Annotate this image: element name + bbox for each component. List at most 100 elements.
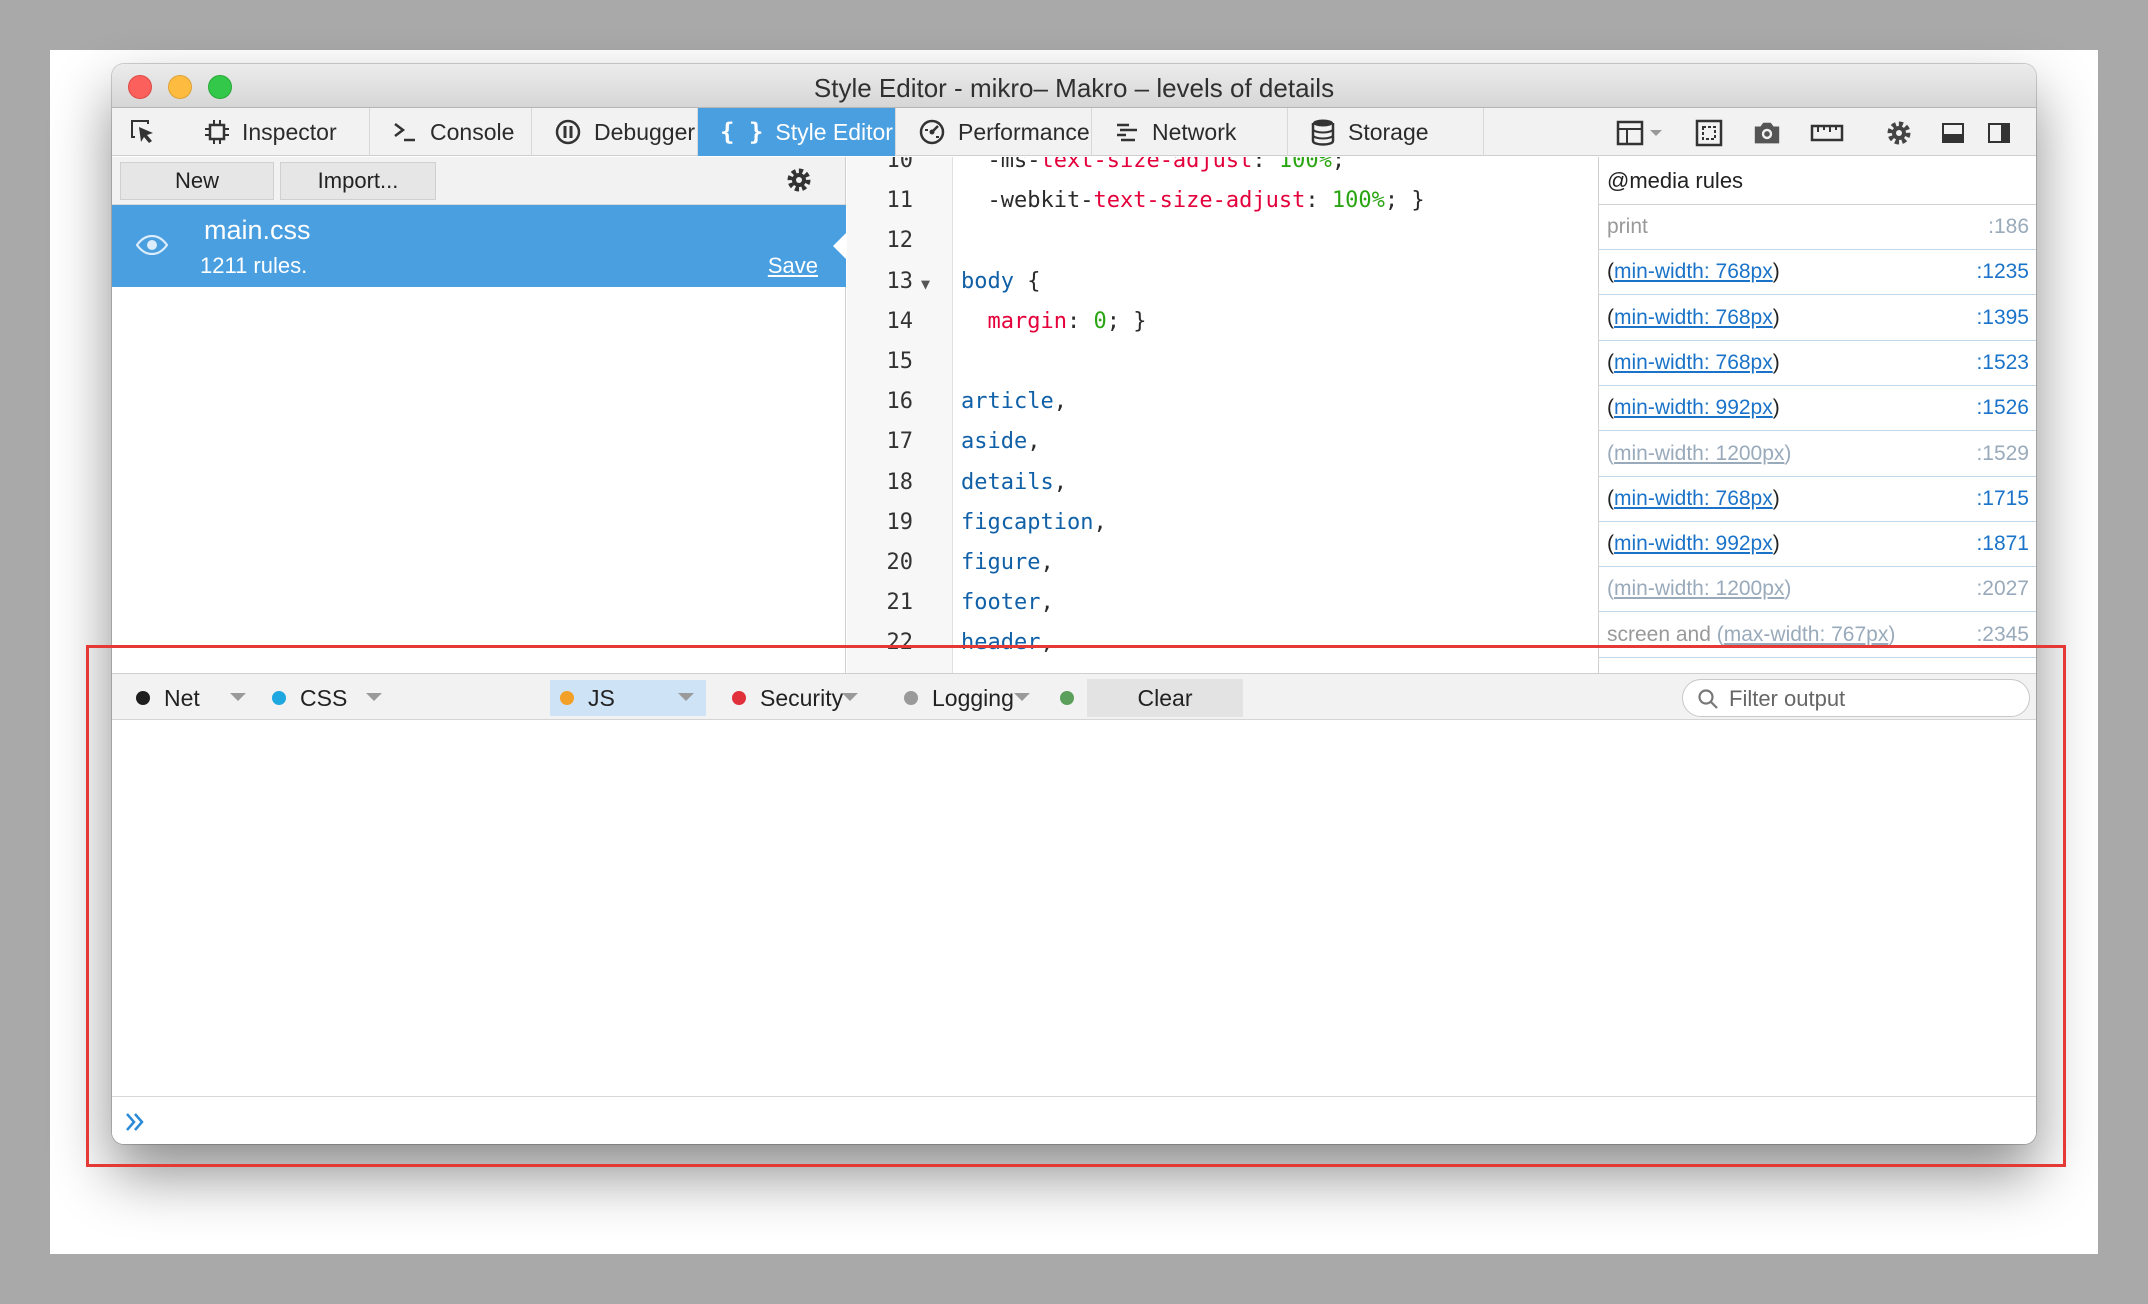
code-line: -webkit-text-size-adjust: 100%; } xyxy=(961,188,1425,214)
media-rule-condition-link[interactable]: min-width: 992px xyxy=(1614,396,1773,419)
split-console: NetCSSJSSecurityLoggingServer Clear xyxy=(112,673,2036,1144)
filter-color-dot-icon xyxy=(732,691,746,705)
media-rule-line-link[interactable]: :1523 xyxy=(1976,341,2029,385)
media-rule-row[interactable]: (min-width: 992px):1871 xyxy=(1599,522,2036,568)
tab-storage-label: Storage xyxy=(1348,118,1429,145)
code-line: header, xyxy=(961,630,1054,656)
media-rule-condition: (min-width: 768px) xyxy=(1607,305,1780,329)
inspector-icon xyxy=(205,120,229,144)
media-rule-row[interactable]: screen and (max-width: 767px):2345 xyxy=(1599,613,2036,658)
stylesheet-options-gear-icon[interactable] xyxy=(784,165,814,195)
media-rule-condition-link[interactable]: min-width: 1200px xyxy=(1614,577,1784,600)
code-line: aside, xyxy=(961,429,1041,455)
tab-debugger[interactable]: Debugger xyxy=(532,108,698,156)
media-rule-row[interactable]: (min-width: 768px):1235 xyxy=(1599,250,2036,296)
media-rule-line-link[interactable]: :1395 xyxy=(1976,296,2029,340)
performance-icon xyxy=(919,119,945,145)
media-rule-condition-link[interactable]: min-width: 768px xyxy=(1614,306,1773,329)
media-rule-line-link[interactable]: :2345 xyxy=(1976,613,2029,657)
console-icon xyxy=(394,123,415,142)
media-rule-prefix: screen and xyxy=(1607,622,1717,646)
element-picker-icon[interactable] xyxy=(128,117,158,147)
media-rule-condition-link[interactable]: min-width: 768px xyxy=(1614,351,1773,374)
tab-network-label: Network xyxy=(1152,118,1237,145)
tab-inspector-label: Inspector xyxy=(242,118,337,145)
selection-notch xyxy=(833,233,846,259)
save-stylesheet-link[interactable]: Save xyxy=(768,253,818,279)
filter-output-input[interactable] xyxy=(1729,684,2019,714)
new-stylesheet-button[interactable]: New xyxy=(120,162,274,200)
paint-flashing-icon[interactable] xyxy=(1694,118,1724,148)
media-rule-condition-link[interactable]: max-width: 767px xyxy=(1724,623,1889,646)
line-number: 15 xyxy=(886,349,914,374)
window-title: Style Editor - mikro– Makro – levels of … xyxy=(813,73,1335,103)
console-filter-label: Security xyxy=(760,684,844,711)
frame-select-icon[interactable] xyxy=(1616,118,1646,148)
chevron-down-icon[interactable] xyxy=(678,693,694,701)
ruler-icon[interactable] xyxy=(1810,118,1844,148)
chevron-down-icon[interactable] xyxy=(1014,693,1030,701)
console-filter-js[interactable]: JS xyxy=(550,680,706,716)
double-chevron-prompt-icon xyxy=(126,1113,144,1131)
media-rule-line-link[interactable]: :186 xyxy=(1988,205,2029,249)
code-line: -ms-text-size-adjust: 100%; xyxy=(961,157,1346,173)
settings-gear-icon[interactable] xyxy=(1884,118,1914,148)
screenshot-camera-icon[interactable] xyxy=(1752,118,1782,148)
media-rule-line-link[interactable]: :1526 xyxy=(1976,386,2029,430)
stylesheet-item-main-css[interactable]: main.css 1211 rules. Save xyxy=(112,205,846,287)
media-rule-line-link[interactable]: :2027 xyxy=(1976,567,2029,611)
media-rule-line-link[interactable]: :1871 xyxy=(1976,522,2029,566)
console-filter-security[interactable]: Security xyxy=(722,680,870,716)
media-rule-line-link[interactable]: :1715 xyxy=(1976,477,2029,521)
chevron-down-icon[interactable] xyxy=(1648,118,1664,148)
css-code-editor[interactable]: 10111213▼141516171819202122232425262728▼… xyxy=(847,157,1597,673)
console-filter-logging[interactable]: Logging xyxy=(894,680,1042,716)
line-number: 17 xyxy=(886,429,914,455)
eye-icon[interactable] xyxy=(136,235,168,255)
dock-bottom-icon[interactable] xyxy=(1938,118,1968,148)
chevron-down-icon[interactable] xyxy=(230,693,246,701)
style-editor-icon: { } xyxy=(720,118,764,146)
fold-arrow-icon[interactable]: ▼ xyxy=(921,275,930,293)
tab-network[interactable]: Network xyxy=(1092,108,1288,156)
media-rule-row[interactable]: (min-width: 1200px):2027 xyxy=(1599,567,2036,613)
tab-inspector[interactable]: Inspector xyxy=(182,108,370,156)
chevron-down-icon[interactable] xyxy=(366,693,382,701)
tab-performance-label: Performance xyxy=(958,118,1090,145)
tab-storage[interactable]: Storage xyxy=(1288,108,1484,156)
media-rule-condition-link[interactable]: min-width: 768px xyxy=(1614,260,1773,283)
media-rule-row[interactable]: (min-width: 768px):1715 xyxy=(1599,477,2036,522)
media-rule-condition-link[interactable]: min-width: 1200px xyxy=(1614,442,1784,465)
media-rule-row[interactable]: print:186 xyxy=(1599,205,2036,250)
line-number: 16 xyxy=(886,389,914,415)
clear-console-button[interactable]: Clear xyxy=(1087,679,1243,717)
media-rule-row[interactable]: (min-width: 768px):1523 xyxy=(1599,341,2036,386)
console-output-area xyxy=(112,720,2036,1096)
tab-console[interactable]: Console xyxy=(370,108,532,156)
filter-color-dot-icon xyxy=(560,691,574,705)
line-number: 18 xyxy=(886,469,914,495)
media-rule-line-link[interactable]: :1529 xyxy=(1976,432,2029,476)
chevron-down-icon[interactable] xyxy=(842,693,858,701)
console-input-line[interactable] xyxy=(112,1096,2036,1144)
media-rule-row[interactable]: (min-width: 1200px):1529 xyxy=(1599,432,2036,477)
storage-icon xyxy=(1311,119,1335,146)
tab-style-editor[interactable]: { } Style Editor xyxy=(698,108,896,156)
line-number: 21 xyxy=(886,590,914,616)
media-rule-condition-link[interactable]: min-width: 992px xyxy=(1614,532,1773,555)
dock-side-icon[interactable] xyxy=(1984,118,2014,148)
console-filter-net[interactable]: Net xyxy=(126,680,258,716)
line-number: 19 xyxy=(886,509,914,535)
media-rule-condition: (min-width: 992px) xyxy=(1607,396,1780,420)
media-rule-row[interactable]: (min-width: 768px) :1395 xyxy=(1599,296,2036,341)
import-stylesheet-button[interactable]: Import... xyxy=(280,162,436,200)
tab-performance[interactable]: Performance xyxy=(896,108,1092,156)
devtools-toolbar: Inspector Console Debugger { } Style Edi… xyxy=(112,108,2036,156)
console-filter-label: Net xyxy=(164,684,200,711)
code-line: figcaption, xyxy=(961,509,1107,535)
debugger-icon xyxy=(555,119,581,145)
console-filter-css[interactable]: CSS xyxy=(262,680,394,716)
media-rule-line-link[interactable]: :1235 xyxy=(1976,250,2029,294)
media-rule-condition-link[interactable]: min-width: 768px xyxy=(1614,487,1773,510)
media-rule-row[interactable]: (min-width: 992px) :1526 xyxy=(1599,386,2036,432)
